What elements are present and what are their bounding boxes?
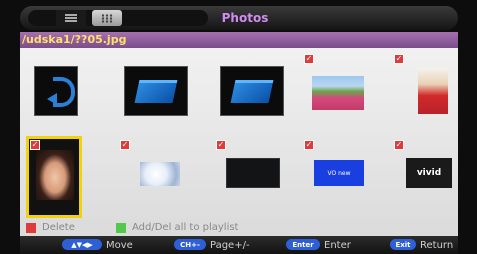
thumb-folder-1[interactable]	[124, 66, 188, 116]
arrow-keys-label: ▲▼◀▶	[71, 240, 93, 249]
move-hint: Move	[106, 240, 133, 251]
thumb-up-folder[interactable]	[34, 66, 78, 116]
checkbox-checked-icon[interactable]: ✓	[120, 140, 130, 150]
page-hint: Page+/-	[210, 240, 250, 251]
folder-icon	[220, 66, 284, 116]
thumb-folder-2[interactable]	[220, 66, 284, 116]
thumb-photo-woman-face[interactable]: ✓	[26, 136, 82, 218]
checkbox-checked-icon[interactable]: ✓	[304, 140, 314, 150]
checkbox-checked-icon[interactable]: ✓	[216, 140, 226, 150]
enter-key-label: Enter	[292, 240, 314, 249]
navigation-hints: ▲▼◀▶ Move CH+- Page+/- Enter Enter Exit …	[20, 236, 458, 254]
photo-blue-logo: VO new	[314, 160, 364, 186]
current-path: /udska1/??05.jpg	[22, 33, 127, 46]
channel-key-label: CH+-	[180, 240, 200, 249]
list-icon	[65, 14, 77, 22]
exit-key-icon: Exit	[390, 239, 416, 250]
view-toggle	[28, 10, 208, 26]
green-key-icon	[116, 223, 126, 233]
thumb-photo-dark[interactable]: ✓	[216, 140, 286, 190]
photo-dark	[226, 158, 280, 188]
photo-vivid: vivid	[406, 158, 452, 188]
enter-key-icon: Enter	[286, 239, 320, 250]
photo-browser-screen: Photos /udska1/??05.jpg ✓ ✓ ✓ ✓ ✓ ✓ VO n…	[0, 0, 477, 254]
list-view-button[interactable]	[56, 10, 86, 26]
photo-woman-red	[418, 68, 448, 114]
photo-woman-face	[36, 150, 74, 200]
thumb-photo-woman-red[interactable]: ✓	[394, 54, 454, 120]
enter-hint: Enter	[324, 240, 351, 251]
checkbox-checked-icon[interactable]: ✓	[394, 140, 404, 150]
checkbox-checked-icon[interactable]: ✓	[304, 54, 314, 64]
photo-flowers	[312, 76, 364, 110]
thumb-photo-flowers[interactable]: ✓	[304, 54, 374, 116]
logo-text: VO new	[327, 169, 351, 177]
red-key-icon	[26, 223, 36, 233]
page-title: Photos	[221, 11, 269, 25]
grid-view-button[interactable]	[92, 10, 122, 26]
grid-icon	[101, 13, 113, 23]
thumb-photo-vivid[interactable]: ✓ vivid	[394, 140, 456, 190]
return-hint: Return	[420, 240, 454, 251]
exit-key-label: Exit	[395, 240, 411, 249]
folder-shape-icon	[230, 80, 274, 103]
thumb-photo-blue-logo[interactable]: ✓ VO new	[304, 140, 374, 190]
arrow-keys-icon: ▲▼◀▶	[62, 239, 102, 250]
channel-key-icon: CH+-	[174, 239, 206, 250]
path-bar: /udska1/??05.jpg	[20, 32, 458, 48]
back-arrow-head-icon	[47, 93, 57, 105]
checkbox-checked-icon[interactable]: ✓	[394, 54, 404, 64]
folder-shape-icon	[134, 80, 178, 103]
legend-bar: Delete Add/Del all to playlist	[20, 220, 458, 236]
add-playlist-legend-label: Add/Del all to playlist	[132, 222, 239, 233]
up-folder-icon	[34, 66, 78, 116]
thumbnail-grid: ✓ ✓ ✓ ✓ ✓ ✓ VO new ✓ vivid	[20, 48, 458, 220]
delete-legend-label: Delete	[42, 222, 75, 233]
folder-icon	[124, 66, 188, 116]
photo-white-flowers	[140, 162, 180, 186]
logo-text: vivid	[416, 168, 442, 178]
checkbox-checked-icon[interactable]: ✓	[30, 140, 40, 150]
thumb-photo-white-flowers[interactable]: ✓	[120, 140, 186, 190]
